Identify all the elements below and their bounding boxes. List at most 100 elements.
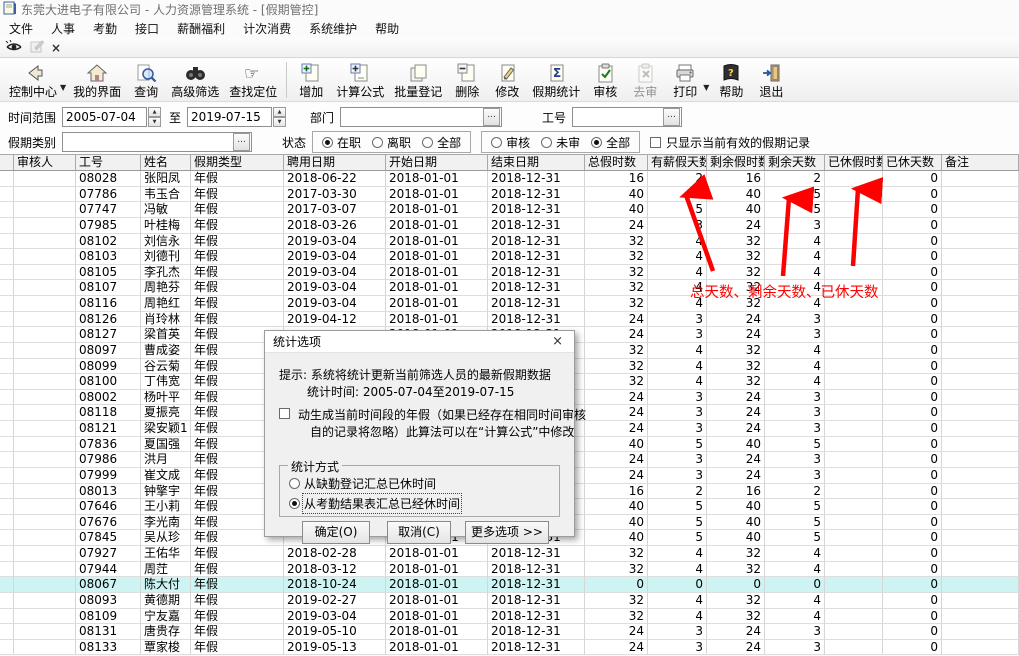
table-row[interactable]: 08133覃家梭年假2019-05-132018-01-012018-12-31… <box>0 640 1019 656</box>
table-cell: 32 <box>707 546 765 562</box>
auto-generate-checkbox[interactable] <box>279 407 290 421</box>
toolbar-button-label: 删除 <box>455 85 479 99</box>
audit-radio[interactable]: 全部 <box>591 134 630 151</box>
grid-column-header[interactable]: 已休天数 <box>883 154 942 171</box>
radio-from-absence[interactable]: 从缺勤登记汇总已休时间 <box>289 475 436 492</box>
toolbar-button[interactable]: 修改 <box>487 60 527 99</box>
table-cell <box>14 374 76 390</box>
table-row[interactable]: 07944周茳年假2018-03-122018-01-012018-12-313… <box>0 562 1019 578</box>
table-cell: 08121 <box>76 421 141 437</box>
toolbar-button[interactable]: 我的界面 <box>68 60 126 99</box>
table-row[interactable]: 08105李孔杰年假2019-03-042018-01-012018-12-31… <box>0 265 1019 281</box>
toolbar-button[interactable]: 查询 <box>126 60 166 99</box>
menu-item[interactable]: 系统维护 <box>300 18 366 39</box>
dialog-close-icon[interactable]: × <box>549 334 566 349</box>
toolbar-button[interactable]: 批量登记 <box>389 60 447 99</box>
grid-column-header[interactable]: 剩余假时数 <box>707 154 765 171</box>
toolbar-button[interactable]: ☞查找定位 <box>224 60 282 99</box>
table-row[interactable]: 08126肖玲林年假2019-04-122018-01-012018-12-31… <box>0 312 1019 328</box>
table-row[interactable]: 08116周艳红年假2019-03-042018-01-012018-12-31… <box>0 296 1019 312</box>
more-options-button[interactable]: 更多选项 >> <box>465 521 549 544</box>
menu-item[interactable]: 帮助 <box>366 18 408 39</box>
table-row[interactable]: 07985叶桂梅年假2018-03-262018-01-012018-12-31… <box>0 218 1019 234</box>
status-radio[interactable]: 全部 <box>422 134 461 151</box>
table-row[interactable]: 08107周艳芬年假2019-03-042018-01-012018-12-31… <box>0 280 1019 296</box>
grid-column-header[interactable]: 备注 <box>942 154 1019 171</box>
table-row[interactable]: 08093黄德期年假2019-02-272018-01-012018-12-31… <box>0 593 1019 609</box>
menu-item[interactable]: 计次消费 <box>234 18 300 39</box>
radio-from-attendance[interactable]: 从考勤结果表汇总已经休时间 <box>289 495 460 512</box>
table-cell: 4 <box>765 593 825 609</box>
grid-column-header[interactable]: 假期类型 <box>191 154 284 171</box>
table-row[interactable]: 08067陈大付年假2018-10-242018-01-012018-12-31… <box>0 577 1019 593</box>
grid-column-header[interactable]: 总假时数 <box>585 154 648 171</box>
table-cell <box>14 609 76 625</box>
date-to-spinner[interactable]: ▲▼ <box>273 107 286 127</box>
close-icon[interactable]: × <box>51 41 61 55</box>
toolbar-button[interactable]: ?帮助 <box>711 60 751 99</box>
grid-column-header[interactable]: 姓名 <box>141 154 191 171</box>
leave-type-input[interactable] <box>62 132 252 152</box>
grid-column-header[interactable]: 有薪假天数 <box>648 154 707 171</box>
grid-column-header[interactable]: 已休假时数 <box>825 154 883 171</box>
toolbar-button[interactable]: 审核 <box>585 60 625 99</box>
date-from-input[interactable] <box>62 107 147 127</box>
table-cell: 0 <box>585 577 648 593</box>
table-row[interactable]: 08102刘信永年假2019-03-042018-01-012018-12-31… <box>0 234 1019 250</box>
table-row[interactable]: 07927王佑华年假2018-02-282018-01-012018-12-31… <box>0 546 1019 562</box>
toolbar-button[interactable]: 计算公式 <box>331 60 389 99</box>
menu-item[interactable]: 人事 <box>42 18 84 39</box>
table-cell <box>14 484 76 500</box>
table-row[interactable]: 08103刘德刊年假2019-03-042018-01-012018-12-31… <box>0 249 1019 265</box>
cancel-button[interactable]: 取消(C) <box>387 521 451 544</box>
dept-browse-button[interactable]: ... <box>483 108 500 126</box>
table-row[interactable]: 07786韦玉合年假2017-03-302018-01-012018-12-31… <box>0 187 1019 203</box>
table-row[interactable]: 08109宁友嘉年假2019-03-042018-01-012018-12-31… <box>0 609 1019 625</box>
eye-icon[interactable] <box>5 40 23 56</box>
menu-item[interactable]: 文件 <box>0 18 42 39</box>
toolbar-button[interactable]: 打印 <box>665 60 705 99</box>
grid-column-header[interactable]: 剩余天数 <box>765 154 825 171</box>
table-row[interactable]: 07747冯敏年假2017-03-072018-01-012018-12-314… <box>0 202 1019 218</box>
table-row[interactable]: 08131唐贵存年假2019-05-102018-01-012018-12-31… <box>0 624 1019 640</box>
dept-input[interactable] <box>340 107 502 127</box>
grid-column-header[interactable]: 审核人 <box>14 154 76 171</box>
note-edit-icon[interactable] <box>30 40 44 56</box>
dropdown-caret-icon[interactable]: ▼ <box>703 83 709 92</box>
table-cell: 0 <box>883 484 942 500</box>
leave-type-browse-button[interactable]: ... <box>233 133 250 151</box>
table-cell: 韦玉合 <box>141 187 191 203</box>
table-cell: 年假 <box>191 593 284 609</box>
valid-records-checkbox[interactable]: 只显示当前有效的假期记录 <box>650 134 810 151</box>
date-to-input[interactable] <box>187 107 272 127</box>
toolbar-button[interactable]: 删除 <box>447 60 487 99</box>
table-cell: 5 <box>648 499 707 515</box>
toolbar-button[interactable]: Σ假期统计 <box>527 60 585 99</box>
dropdown-caret-icon[interactable]: ▼ <box>60 83 66 92</box>
status-radio[interactable]: 在职 <box>322 134 361 151</box>
status-radio[interactable]: 离职 <box>372 134 411 151</box>
formula-page-icon <box>349 61 371 85</box>
ok-button[interactable]: 确定(O) <box>302 521 370 544</box>
table-cell <box>825 374 883 390</box>
emp-browse-button[interactable]: ... <box>663 108 680 126</box>
grid-column-header[interactable]: 结束日期 <box>488 154 585 171</box>
table-row[interactable]: 08028张阳凤年假2018-06-222018-01-012018-12-31… <box>0 171 1019 187</box>
toolbar-button[interactable]: 高级筛选 <box>166 60 224 99</box>
toolbar-button[interactable]: 退出 <box>751 60 791 99</box>
table-cell: 4 <box>648 546 707 562</box>
grid-column-header[interactable]: 聘用日期 <box>284 154 386 171</box>
date-from-spinner[interactable]: ▲▼ <box>148 107 161 127</box>
audit-radio[interactable]: 审核 <box>491 134 530 151</box>
menu-item[interactable]: 考勤 <box>84 18 126 39</box>
table-cell: 年假 <box>191 234 284 250</box>
toolbar-button[interactable]: 增加 <box>291 60 331 99</box>
audit-radio[interactable]: 未审 <box>541 134 580 151</box>
table-cell <box>825 577 883 593</box>
menu-item[interactable]: 接口 <box>126 18 168 39</box>
grid-column-header[interactable]: 开始日期 <box>386 154 488 171</box>
menu-item[interactable]: 薪酬福利 <box>168 18 234 39</box>
printer-icon <box>674 61 696 85</box>
toolbar-button[interactable]: 控制中心 <box>4 60 62 99</box>
grid-column-header[interactable]: 工号 <box>76 154 141 171</box>
